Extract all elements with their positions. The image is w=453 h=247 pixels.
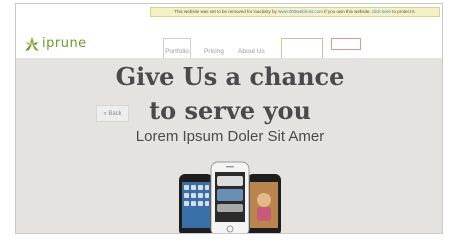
header-empty-box[interactable] <box>281 38 323 59</box>
notice-host-link[interactable]: www.000webhost.com <box>278 9 323 14</box>
notice-text-before: This website was set to be removed for i… <box>174 9 277 14</box>
hero-title-line-1: Give Us a chance <box>115 62 345 91</box>
logo-text: iprune <box>42 36 87 51</box>
notice-click-here-link[interactable]: click here <box>372 9 391 14</box>
notice-text-after: to protect it. <box>392 9 416 14</box>
left-phone <box>179 174 213 233</box>
site-header: iprune Portfolio Pricing About Us <box>16 18 442 64</box>
hero-subtitle: Lorem Ipsum Doler Sit Amer <box>135 128 325 145</box>
hero-section: Give Us a chance « Back to serve you Lor… <box>16 58 442 233</box>
phones-illustration <box>179 161 281 233</box>
browser-frame: This website was set to be removed for i… <box>15 3 443 234</box>
header-small-box[interactable] <box>331 38 361 50</box>
logo-mark-icon <box>25 37 39 51</box>
hero-title-line-2: to serve you <box>149 96 311 125</box>
nav-pricing[interactable]: Pricing <box>204 48 224 55</box>
nav-about-us[interactable]: About Us <box>238 48 265 55</box>
inactivity-notice-bar: This website was set to be removed for i… <box>150 7 440 17</box>
site-logo[interactable]: iprune <box>24 36 87 52</box>
notice-text-middle: If you own this website, <box>324 9 371 14</box>
center-phone <box>210 161 250 233</box>
right-phone <box>247 174 281 233</box>
